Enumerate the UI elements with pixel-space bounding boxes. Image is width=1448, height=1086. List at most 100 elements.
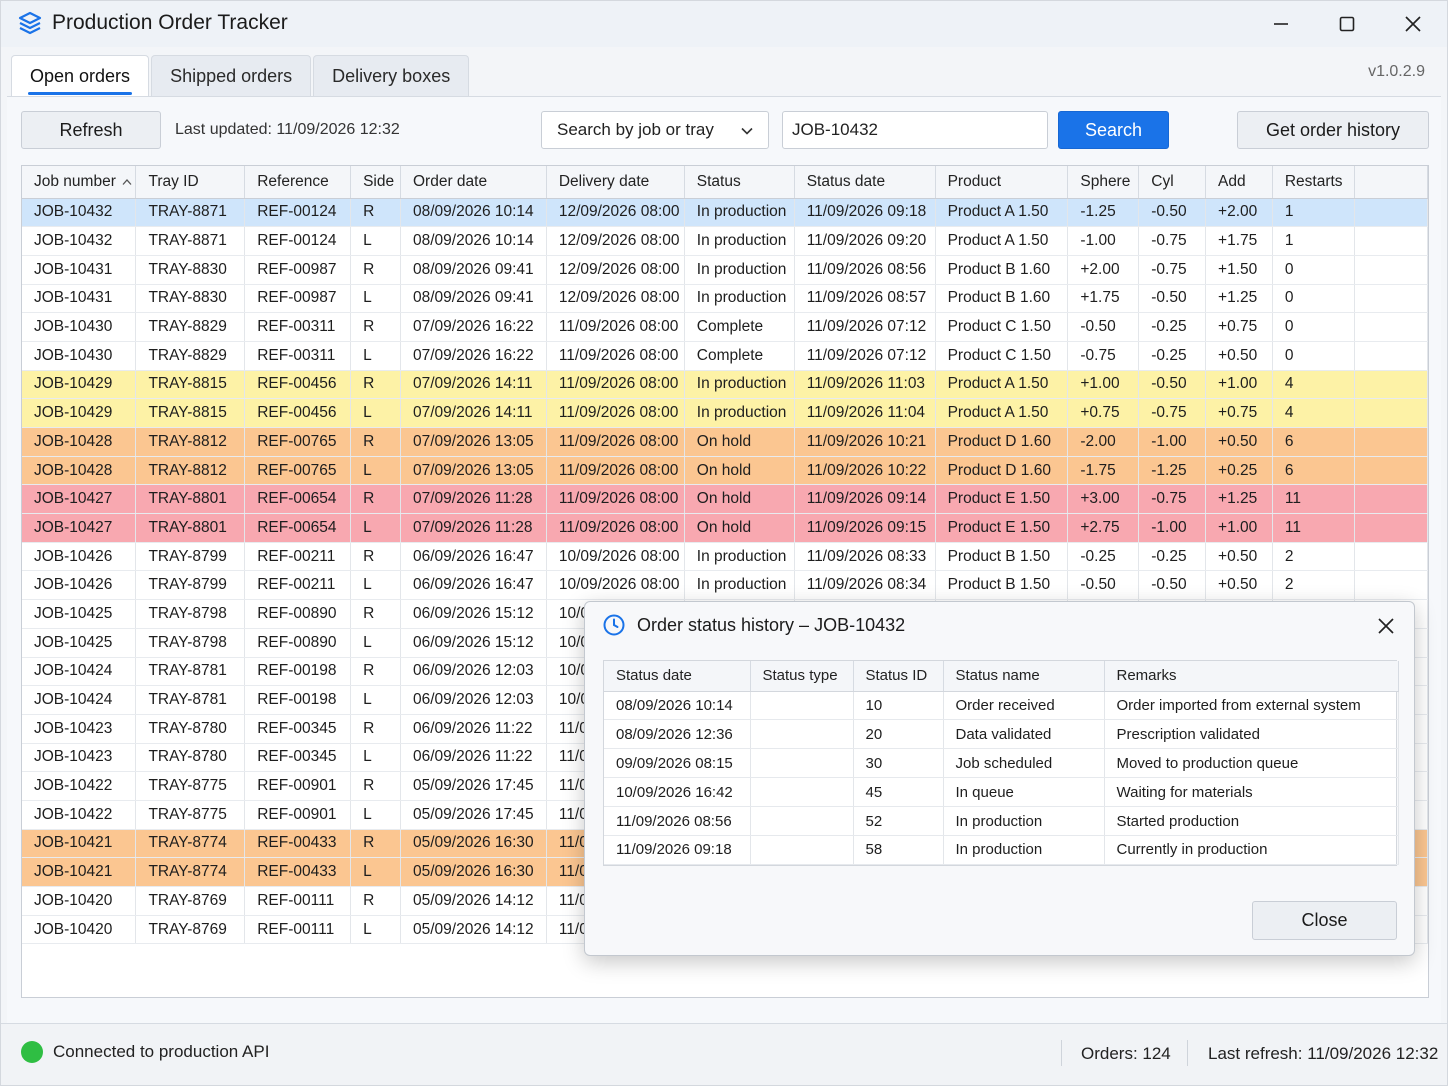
table-cell: In production xyxy=(684,226,795,256)
table-cell: 05/09/2026 17:45 xyxy=(400,771,547,801)
column-header[interactable]: Delivery date xyxy=(546,166,685,199)
table-cell: On hold xyxy=(684,427,795,457)
table-cell: 07/09/2026 14:11 xyxy=(400,398,547,428)
table-cell: +1.25 xyxy=(1205,284,1273,314)
status-divider xyxy=(1061,1040,1062,1066)
table-cell: 05/09/2026 16:30 xyxy=(400,857,547,887)
table-cell: REF-00124 xyxy=(244,198,352,228)
column-header[interactable]: Order date xyxy=(400,166,547,199)
table-cell: L xyxy=(350,570,401,601)
table-cell: Complete xyxy=(684,312,795,342)
search-input[interactable] xyxy=(782,111,1048,149)
column-header[interactable]: Restarts xyxy=(1272,166,1355,199)
column-header[interactable]: Status date xyxy=(794,166,936,199)
minimize-button[interactable] xyxy=(1249,1,1313,47)
table-cell: 6 xyxy=(1272,456,1355,486)
table-cell: -2.00 xyxy=(1067,427,1140,457)
table-cell: REF-00198 xyxy=(244,685,352,715)
table-row[interactable]: JOB-10429 TRAY-8815 REF-00456 R 07/09/2026 1… xyxy=(22,370,1428,400)
table-cell: +0.25 xyxy=(1205,456,1273,486)
table-row[interactable]: JOB-10430 TRAY-8829 REF-00311 L 07/09/2026 1… xyxy=(22,341,1428,371)
table-cell: -1.25 xyxy=(1138,456,1207,486)
column-header[interactable]: Status xyxy=(684,166,795,199)
table-cell: 11/09/2026 08:00 xyxy=(546,513,685,543)
table-cell: REF-00765 xyxy=(244,456,352,486)
history-column-header[interactable]: Status date xyxy=(604,661,751,692)
column-header[interactable]: Tray ID xyxy=(135,166,246,199)
maximize-button[interactable] xyxy=(1315,1,1379,47)
table-row[interactable]: JOB-10432 TRAY-8871 REF-00124 R 08/09/2026 1… xyxy=(22,198,1428,228)
window-close-button[interactable] xyxy=(1381,1,1445,47)
table-row[interactable]: JOB-10426 TRAY-8799 REF-00211 L 06/09/2026 1… xyxy=(22,570,1428,601)
table-cell: 11/09/2026 08:00 xyxy=(546,341,685,371)
search-button[interactable]: Search xyxy=(1058,111,1169,149)
history-row[interactable]: 08/09/2026 12:36 20 Data validated Prescrip… xyxy=(604,719,1399,750)
table-cell: Product A 1.50 xyxy=(935,398,1069,428)
table-cell: REF-00198 xyxy=(244,657,352,687)
table-row[interactable]: JOB-10431 TRAY-8830 REF-00987 R 08/09/2026 0… xyxy=(22,255,1428,285)
column-header[interactable]: Product xyxy=(935,166,1069,199)
table-cell: 07/09/2026 16:22 xyxy=(400,341,547,371)
table-cell: 11/09/2026 08:57 xyxy=(794,284,936,314)
history-column-header[interactable]: Status type xyxy=(750,661,854,692)
table-cell: In production xyxy=(684,198,795,228)
get-order-history-button[interactable]: Get order history xyxy=(1237,111,1429,149)
table-row[interactable]: JOB-10427 TRAY-8801 REF-00654 R 07/09/2026 1… xyxy=(22,484,1428,515)
column-header[interactable]: Side xyxy=(350,166,401,199)
table-cell: R xyxy=(350,427,401,457)
table-cell: +3.00 xyxy=(1067,484,1140,515)
tab-open-orders[interactable]: Open orders xyxy=(11,55,150,97)
window-title: Production Order Tracker xyxy=(52,11,288,34)
clock-icon xyxy=(603,614,625,636)
dialog-close-icon-button[interactable] xyxy=(1372,612,1400,640)
table-cell: -0.25 xyxy=(1067,542,1140,572)
tab-shipped-orders[interactable]: Shipped orders xyxy=(151,55,312,97)
table-row[interactable]: JOB-10428 TRAY-8812 REF-00765 R 07/09/2026 1… xyxy=(22,427,1428,457)
table-row[interactable]: JOB-10429 TRAY-8815 REF-00456 L 07/09/2026 1… xyxy=(22,398,1428,428)
table-cell: L xyxy=(350,857,401,887)
table-row[interactable]: JOB-10430 TRAY-8829 REF-00311 R 07/09/2026 1… xyxy=(22,312,1428,342)
table-cell: +1.75 xyxy=(1205,226,1273,256)
column-header[interactable]: Reference xyxy=(244,166,352,199)
table-row[interactable]: JOB-10428 TRAY-8812 REF-00765 L 07/09/2026 1… xyxy=(22,456,1428,486)
table-cell: +1.50 xyxy=(1205,255,1273,285)
table-row[interactable]: JOB-10431 TRAY-8830 REF-00987 L 08/09/2026 0… xyxy=(22,284,1428,314)
table-row[interactable]: JOB-10426 TRAY-8799 REF-00211 R 06/09/2026 1… xyxy=(22,542,1428,572)
table-cell: 4 xyxy=(1272,398,1355,428)
table-cell: 05/09/2026 16:30 xyxy=(400,829,547,859)
table-cell: -0.75 xyxy=(1138,255,1207,285)
column-header[interactable]: Job number xyxy=(22,166,137,199)
table-cell: 06/09/2026 11:22 xyxy=(400,714,547,744)
history-cell xyxy=(750,777,854,808)
history-row[interactable]: 11/09/2026 08:56 52 In production Started p… xyxy=(604,806,1399,836)
table-cell: Product B 1.50 xyxy=(935,542,1069,572)
table-cell: 06/09/2026 15:12 xyxy=(400,628,547,658)
column-header[interactable]: Cyl xyxy=(1138,166,1207,199)
history-row[interactable]: 08/09/2026 10:14 10 Order received Order im… xyxy=(604,691,1399,721)
tab-delivery-boxes[interactable]: Delivery boxes xyxy=(313,55,470,97)
table-cell: 1 xyxy=(1272,226,1355,256)
history-grid[interactable]: Status date Status type Status ID Status na… xyxy=(603,660,1399,866)
column-header[interactable]: Sphere xyxy=(1067,166,1140,199)
refresh-button[interactable]: Refresh xyxy=(21,111,161,149)
history-row[interactable]: 10/09/2026 16:42 45 In queue Waiting for ma… xyxy=(604,777,1399,808)
column-header[interactable]: Add xyxy=(1205,166,1273,199)
table-row[interactable]: JOB-10427 TRAY-8801 REF-00654 L 07/09/2026 1… xyxy=(22,513,1428,543)
table-cell: -1.00 xyxy=(1067,226,1140,256)
table-cell-filler xyxy=(1354,312,1428,342)
status-divider xyxy=(1187,1040,1188,1066)
table-cell-filler xyxy=(1354,370,1428,400)
table-cell: 11/09/2026 11:03 xyxy=(794,370,936,400)
table-cell: +0.75 xyxy=(1205,398,1273,428)
search-mode-value: Search by job or tray xyxy=(557,120,714,139)
table-row[interactable]: JOB-10432 TRAY-8871 REF-00124 L 08/09/2026 1… xyxy=(22,226,1428,256)
history-column-header[interactable]: Remarks xyxy=(1104,661,1399,692)
table-cell: TRAY-8798 xyxy=(135,599,246,629)
history-row[interactable]: 09/09/2026 08:15 30 Job scheduled Moved to … xyxy=(604,748,1399,779)
history-column-header[interactable]: Status name xyxy=(943,661,1105,692)
search-mode-select[interactable]: Search by job or tray xyxy=(541,111,769,149)
close-button[interactable]: Close xyxy=(1252,901,1397,940)
history-column-header[interactable]: Status ID xyxy=(853,661,944,692)
table-cell: JOB-10426 xyxy=(22,542,137,572)
history-row[interactable]: 11/09/2026 09:18 58 In production Currently… xyxy=(604,835,1399,865)
